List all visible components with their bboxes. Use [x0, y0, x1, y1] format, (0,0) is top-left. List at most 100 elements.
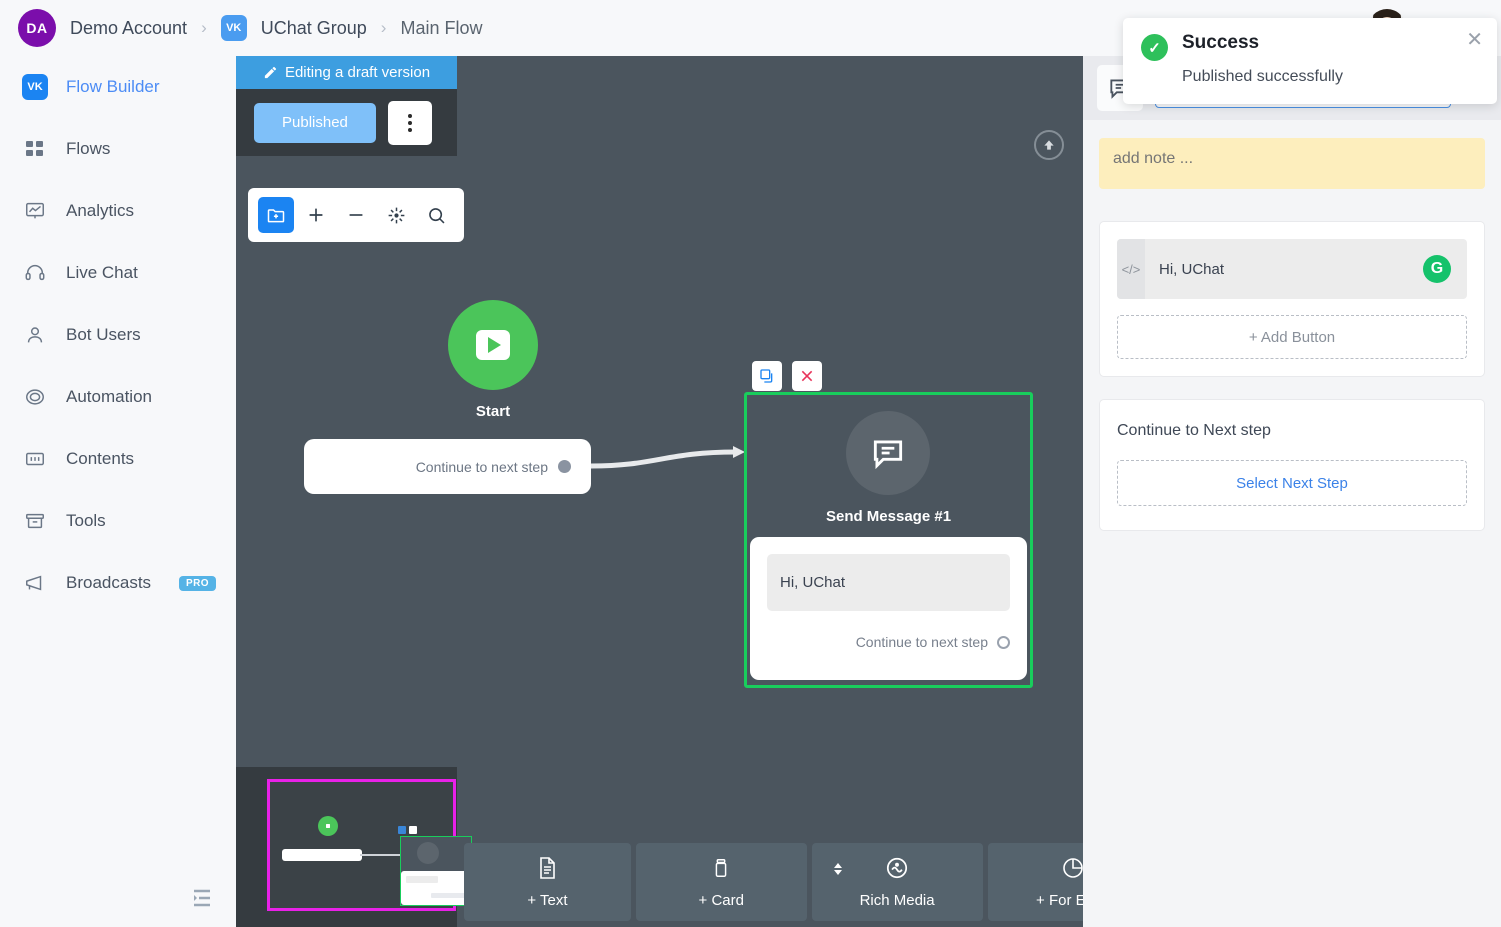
draft-version-banner: Editing a draft version: [236, 56, 457, 89]
tools-icon: [22, 508, 48, 534]
grid-icon: [22, 136, 48, 162]
megaphone-icon: [22, 570, 48, 596]
check-circle-icon: ✓: [1141, 34, 1168, 61]
next-step-card: Continue to Next step Select Next Step: [1099, 399, 1485, 531]
grammarly-icon[interactable]: G: [1423, 255, 1451, 283]
text-block-card: </> Hi, UChat G + Add Button: [1099, 221, 1485, 377]
start-connector-label: Continue to next step: [416, 459, 548, 475]
sidebar-item-flow-builder[interactable]: VK Flow Builder: [0, 56, 236, 118]
canvas-minimap[interactable]: [236, 767, 457, 927]
rich-media-icon: [884, 855, 910, 884]
analytics-icon: [22, 198, 48, 224]
success-toast: ✓ Success Published successfully ✕: [1123, 18, 1497, 104]
sidebar-item-label: Live Chat: [66, 263, 138, 283]
duplicate-icon[interactable]: [752, 361, 782, 391]
vk-icon: VK: [22, 74, 48, 100]
sidebar-item-label: Bot Users: [66, 325, 141, 345]
add-button-button[interactable]: + Add Button: [1117, 315, 1467, 359]
sidebar-item-label: Automation: [66, 387, 152, 407]
sidebar-item-label: Tools: [66, 511, 106, 531]
connector-handle[interactable]: [558, 460, 571, 473]
rich-media-button[interactable]: Rich Media: [812, 843, 983, 921]
sidebar-item-analytics[interactable]: Analytics: [0, 180, 236, 242]
add-folder-icon[interactable]: [258, 197, 294, 233]
minimap-node-tools: [398, 826, 417, 834]
send-message-node-body: Hi, UChat Continue to next step: [750, 537, 1027, 680]
start-continue-connector[interactable]: Continue to next step: [304, 439, 591, 494]
close-icon[interactable]: [792, 361, 822, 391]
message-bubble-icon: [846, 411, 930, 495]
play-icon: [448, 300, 538, 390]
connector-handle[interactable]: [997, 636, 1010, 649]
sidebar-item-broadcasts[interactable]: Broadcasts PRO: [0, 552, 236, 614]
sidebar-item-tools[interactable]: Tools: [0, 490, 236, 552]
add-card-label: + Card: [699, 892, 744, 909]
minimap-start-connector: [282, 849, 362, 861]
breadcrumb-flow[interactable]: Main Flow: [400, 18, 482, 39]
card-icon: [710, 855, 732, 884]
add-text-label: + Text: [527, 892, 567, 909]
start-node[interactable]: Start: [403, 300, 583, 420]
user-icon: [22, 322, 48, 348]
send-message-node[interactable]: Send Message #1 Hi, UChat Continue to ne…: [744, 392, 1033, 688]
sidebar-item-live-chat[interactable]: Live Chat: [0, 242, 236, 304]
publish-toolbar: Published: [236, 89, 457, 156]
message-connector-label: Continue to next step: [856, 634, 988, 650]
more-options-icon[interactable]: [388, 101, 432, 145]
text-block[interactable]: </> Hi, UChat G: [1117, 239, 1467, 299]
next-step-label: Continue to Next step: [1117, 422, 1467, 440]
pencil-edit-icon: [263, 65, 278, 80]
minus-icon[interactable]: [338, 197, 374, 233]
vk-icon: VK: [221, 15, 247, 41]
draft-banner-label: Editing a draft version: [285, 64, 430, 81]
headset-icon: [22, 260, 48, 286]
send-message-node-header: Send Message #1: [747, 395, 1030, 537]
arrow-up-circle-icon[interactable]: [1034, 130, 1064, 160]
sidebar-item-label: Broadcasts: [66, 573, 151, 593]
rich-media-label: Rich Media: [860, 892, 935, 909]
minimap-viewport[interactable]: [267, 779, 456, 911]
note-textarea[interactable]: [1099, 138, 1485, 189]
sidebar-item-label: Analytics: [66, 201, 134, 221]
text-block-content[interactable]: Hi, UChat: [1145, 261, 1224, 278]
toast-title: Success: [1182, 32, 1259, 54]
automation-icon: [22, 384, 48, 410]
send-message-node-title: Send Message #1: [747, 508, 1030, 525]
flow-canvas[interactable]: Editing a draft version Published: [236, 56, 1083, 927]
close-icon[interactable]: ✕: [1466, 30, 1483, 50]
add-text-button[interactable]: + Text: [464, 843, 631, 921]
sidebar-item-label: Flows: [66, 139, 110, 159]
search-icon[interactable]: [418, 197, 454, 233]
published-button[interactable]: Published: [254, 103, 376, 143]
start-node-title: Start: [403, 403, 583, 420]
sort-arrows-icon: [834, 863, 842, 875]
sidebar-item-label: Contents: [66, 449, 134, 469]
sidebar-item-bot-users[interactable]: Bot Users: [0, 304, 236, 366]
minimap-start-node: [318, 816, 338, 836]
pro-badge: PRO: [179, 576, 216, 591]
collapse-sidebar-icon[interactable]: [190, 887, 214, 909]
message-continue-connector[interactable]: Continue to next step: [767, 634, 1010, 650]
sidebar-item-flows[interactable]: Flows: [0, 118, 236, 180]
sidebar: VK Flow Builder Flows Analytics: [0, 56, 236, 927]
contents-icon: [22, 446, 48, 472]
add-card-button[interactable]: + Card: [636, 843, 807, 921]
plus-icon[interactable]: [298, 197, 334, 233]
breadcrumb-account[interactable]: Demo Account: [70, 18, 187, 39]
breadcrumb-separator-1: ›: [201, 18, 207, 38]
text-document-icon: [535, 855, 559, 884]
account-avatar: DA: [18, 9, 56, 47]
node-settings-panel: </> Hi, UChat G + Add Button Continue to…: [1083, 56, 1501, 927]
for-each-icon: [1061, 855, 1085, 884]
breadcrumb-channel[interactable]: UChat Group: [261, 18, 367, 39]
toast-message: Published successfully: [1182, 68, 1479, 86]
fit-view-icon[interactable]: [378, 197, 414, 233]
node-toolbar: [752, 361, 822, 391]
sidebar-item-contents[interactable]: Contents: [0, 428, 236, 490]
node-message-text[interactable]: Hi, UChat: [767, 554, 1010, 611]
sidebar-item-automation[interactable]: Automation: [0, 366, 236, 428]
minimap-message-node: [400, 836, 472, 906]
select-next-step-button[interactable]: Select Next Step: [1117, 460, 1467, 506]
sidebar-item-label: Flow Builder: [66, 77, 160, 97]
code-icon[interactable]: </>: [1117, 239, 1145, 299]
